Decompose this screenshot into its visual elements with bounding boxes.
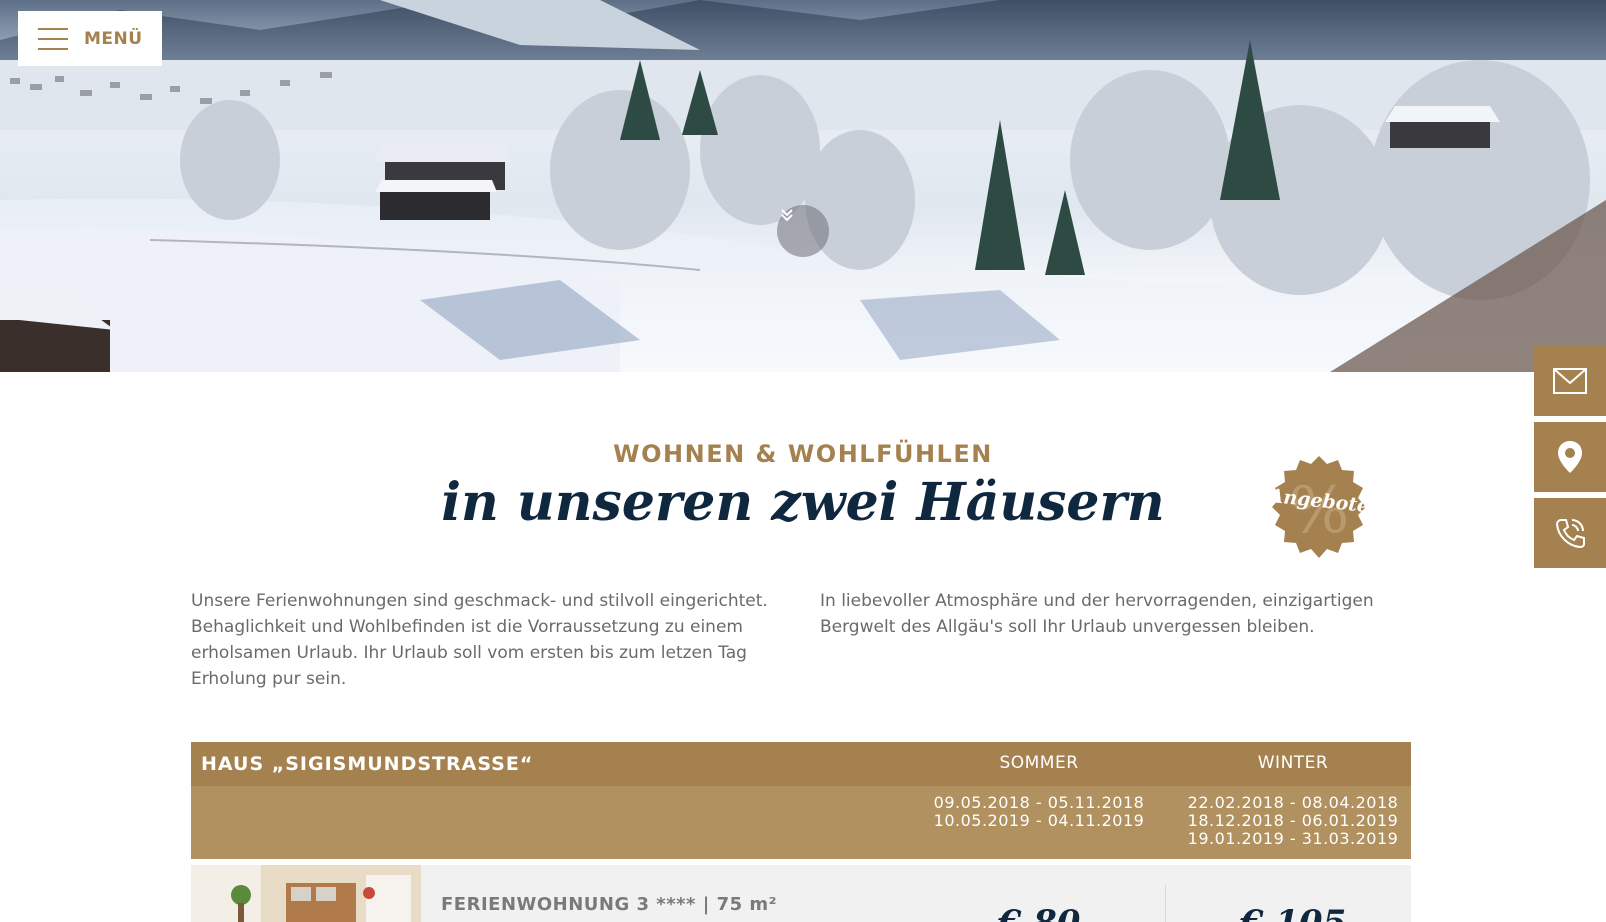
mail-icon [1553, 368, 1587, 394]
scroll-down-button[interactable] [777, 205, 829, 257]
apartment-title: FERIENWOHNUNG 3 **** | 75 m² [441, 894, 778, 915]
offers-badge[interactable]: % Angebote [1264, 454, 1374, 564]
hero-winter-landscape-image: MENÜ [0, 0, 1606, 372]
intro-text-left: Unsere Ferienwohnungen sind geschmack- u… [191, 591, 768, 689]
winter-dates: 22.02.2018 - 08.04.2018 18.12.2018 - 06.… [1173, 794, 1413, 848]
summer-dates: 09.05.2018 - 05.11.2018 10.05.2019 - 04.… [919, 794, 1159, 830]
menu-button[interactable]: MENÜ [18, 11, 162, 66]
winter-date-range: 19.01.2019 - 31.03.2019 [1187, 829, 1399, 848]
hamburger-icon [38, 27, 68, 50]
table-row[interactable]: FERIENWOHNUNG 3 **** | 75 m² € 80 € 105 [191, 865, 1411, 922]
winter-label: WINTER [1257, 753, 1329, 773]
menu-label: MENÜ [84, 28, 143, 49]
winter-price: € 105 [1173, 903, 1413, 922]
house-name: HAUS „SIGISMUNDSTRASSE“ [201, 753, 534, 775]
mail-button[interactable] [1534, 346, 1606, 416]
price-table-header: HAUS „SIGISMUNDSTRASSE“ SOMMER WINTER 09… [191, 742, 1411, 859]
winter-date-range: 22.02.2018 - 08.04.2018 [1187, 793, 1399, 812]
summer-price: € 80 [919, 903, 1159, 922]
double-chevron-down-icon [781, 209, 793, 222]
hero-illustration [0, 0, 1606, 372]
intro-text-right: In liebevoller Atmosphäre und der hervor… [820, 591, 1374, 637]
summer-date-range: 09.05.2018 - 05.11.2018 [933, 793, 1145, 812]
apartment-interior-image [191, 865, 421, 922]
summer-label: SOMMER [999, 753, 1079, 773]
winter-date-range: 18.12.2018 - 06.01.2019 [1187, 811, 1399, 830]
apartment-photo [191, 865, 421, 922]
column-divider [1165, 885, 1166, 922]
page: MENÜ WOHNEN & WOHLFÜHLEN in unseren zwei [0, 0, 1606, 922]
summer-date-range: 10.05.2019 - 04.11.2019 [933, 811, 1145, 830]
